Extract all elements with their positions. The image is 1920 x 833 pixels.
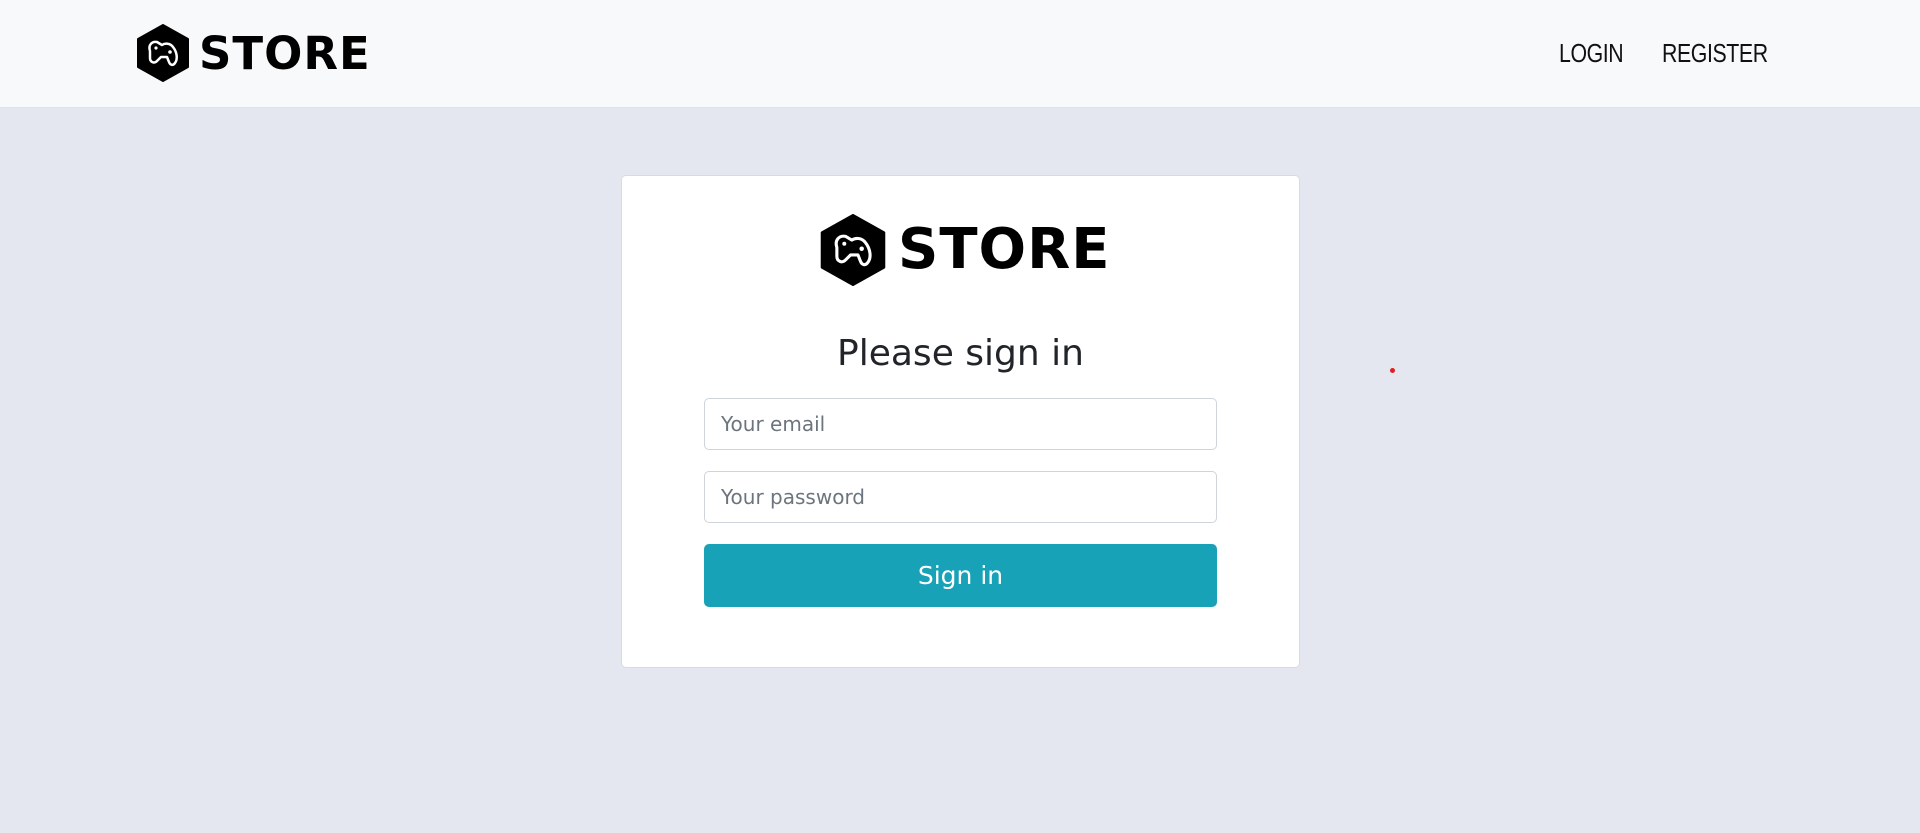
brand-home-link[interactable]: STORE <box>135 24 371 82</box>
signin-heading: Please sign in <box>837 333 1084 374</box>
nav-links: LOGIN REGISTER <box>1559 36 1768 70</box>
gamepad-hexagon-icon <box>818 214 888 286</box>
top-navbar: STORE LOGIN REGISTER <box>0 0 1920 108</box>
signin-card: STORE Please sign in Sign in <box>621 175 1300 668</box>
signin-button[interactable]: Sign in <box>704 544 1217 607</box>
card-logo: STORE <box>818 214 1111 286</box>
password-field[interactable] <box>704 471 1217 523</box>
email-field[interactable] <box>704 398 1217 450</box>
brand-name: STORE <box>199 26 371 80</box>
cursor-marker <box>1390 368 1395 373</box>
card-logo-text: STORE <box>898 217 1111 282</box>
login-link[interactable]: LOGIN <box>1559 36 1624 70</box>
gamepad-hexagon-icon <box>135 24 191 82</box>
register-link[interactable]: REGISTER <box>1662 36 1768 70</box>
